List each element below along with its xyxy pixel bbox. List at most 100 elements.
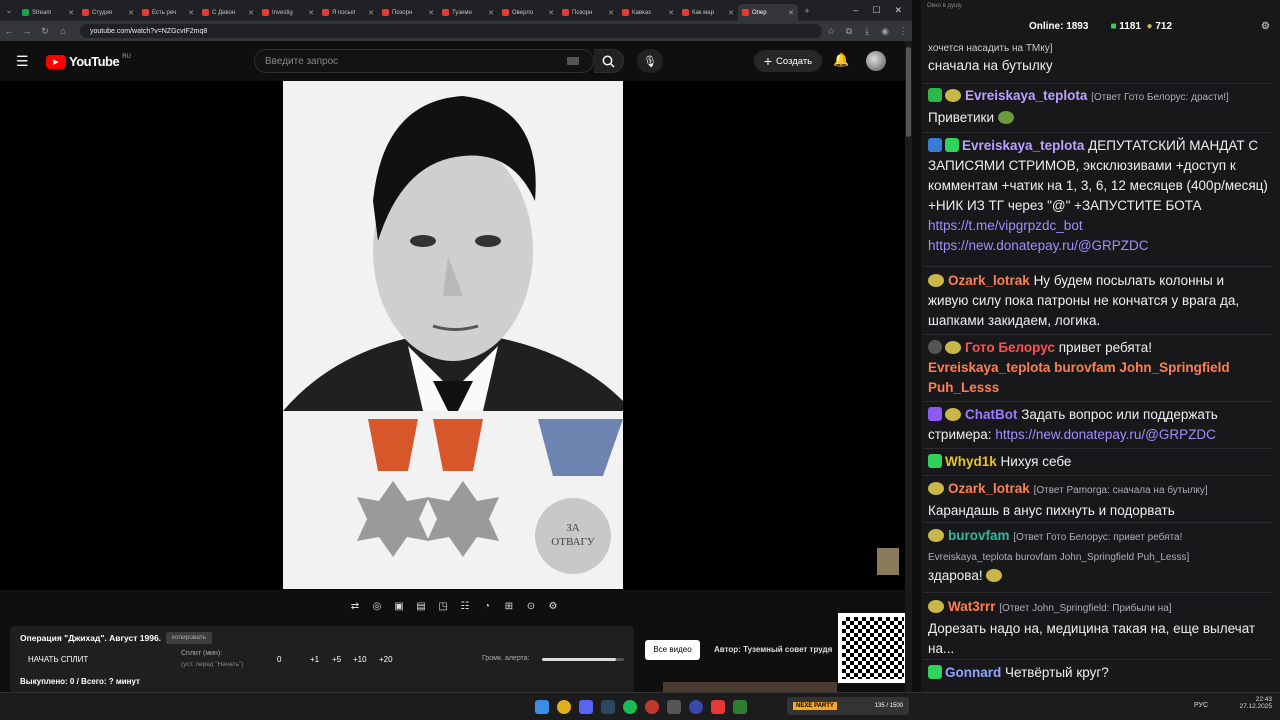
tab-close-icon[interactable]: ✕ (548, 9, 554, 17)
screenshot-icon[interactable]: ⊙ (523, 600, 540, 614)
tab-close-icon[interactable]: ✕ (368, 9, 374, 17)
download-icon[interactable]: ⤓ (858, 26, 876, 37)
volume-fill (542, 658, 616, 661)
browser-tab[interactable]: Позорн ✕ (558, 4, 618, 21)
tab-close-icon[interactable]: ✕ (68, 9, 74, 17)
tab-close-icon[interactable]: ✕ (308, 9, 314, 17)
browser-tab[interactable]: Оверло ✕ (498, 4, 558, 21)
search-button[interactable] (594, 49, 624, 73)
chat-username[interactable]: Whyd1k (945, 454, 997, 469)
tab-search-icon[interactable]: ⌄ (0, 5, 18, 16)
tab-close-icon[interactable]: ✕ (428, 9, 434, 17)
browser-tab[interactable]: Туземн ✕ (438, 4, 498, 21)
search-input[interactable]: Введите запрос (254, 49, 594, 73)
discord-icon[interactable] (579, 700, 593, 714)
tab-close-icon[interactable]: ✕ (728, 9, 734, 17)
chat-username[interactable]: Evreiskaya_teplota (965, 88, 1087, 103)
chrome-icon[interactable] (557, 700, 571, 714)
hamburger-icon[interactable]: ☰ (16, 53, 29, 70)
chat-username[interactable]: Ozark_lotrak (948, 273, 1030, 288)
notifications-bell-icon[interactable]: 🔔 (833, 52, 849, 68)
tab-close-icon[interactable]: ✕ (188, 9, 194, 17)
tab-close-icon[interactable]: ✕ (248, 9, 254, 17)
avatar[interactable] (866, 51, 886, 71)
chat-link[interactable]: https://new.donatepay.ru/@GRPZDC (928, 238, 1149, 253)
menu-icon[interactable]: ⋮ (894, 26, 912, 37)
settings-gear-icon[interactable]: ⚙ (545, 600, 562, 614)
chat-username[interactable]: Гото Белорус (965, 340, 1055, 355)
reload-icon[interactable]: ↻ (36, 26, 54, 37)
voice-search-button[interactable]: 🎙 (637, 49, 663, 73)
profile-icon[interactable]: ◉ (876, 26, 894, 37)
browser-tab[interactable]: С Девон ✕ (198, 4, 258, 21)
tab-close-icon[interactable]: ✕ (608, 9, 614, 17)
browser-tab[interactable]: Stream ✕ (18, 4, 78, 21)
tab-close-icon[interactable]: ✕ (488, 9, 494, 17)
start-icon[interactable] (535, 700, 549, 714)
close-icon[interactable]: ✕ (894, 5, 902, 16)
step-plus10-button[interactable]: +10 (353, 655, 367, 664)
pip-icon[interactable]: ◳ (435, 600, 452, 614)
browser-tab[interactable]: Investig ✕ (258, 4, 318, 21)
youtube-logo[interactable]: ▶ YouTube RU (46, 54, 131, 69)
create-button[interactable]: + Создать (754, 50, 822, 72)
browser-tab[interactable]: Студия ✕ (78, 4, 138, 21)
url-field[interactable]: youtube.com/watch?v=NZGcvtF2mq8 (80, 24, 822, 38)
browser-tab[interactable]: Есть реч ✕ (138, 4, 198, 21)
split-value-input[interactable]: 0 (277, 655, 281, 664)
volume-slider[interactable] (542, 658, 624, 661)
new-tab-button[interactable]: + (798, 6, 816, 16)
tab-close-icon[interactable]: ✕ (668, 9, 674, 17)
steam-icon[interactable] (601, 700, 615, 714)
spotify-icon[interactable] (623, 700, 637, 714)
app-icon[interactable] (667, 700, 681, 714)
minimize-icon[interactable]: – (853, 5, 858, 16)
browser-tab[interactable]: Как мар ✕ (678, 4, 738, 21)
browser-tab[interactable]: Кавказ ✕ (618, 4, 678, 21)
chat-username[interactable]: Ozark_lotrak (948, 481, 1030, 496)
loop-icon[interactable]: ⇄ (347, 600, 364, 614)
chat-settings-icon[interactable]: ⚙ (1261, 21, 1270, 32)
step-plus20-button[interactable]: +20 (379, 655, 393, 664)
speed-icon[interactable]: ◔ (479, 600, 496, 614)
playlist-icon[interactable]: ☷ (457, 600, 474, 614)
browser-tab[interactable]: Я посыл ✕ (318, 4, 378, 21)
obs-icon[interactable] (645, 700, 659, 714)
chat-username[interactable]: ChatBot (965, 407, 1018, 422)
home-icon[interactable]: ⌂ (54, 26, 72, 36)
tab-close-icon[interactable]: ✕ (128, 9, 134, 17)
app-icon[interactable] (733, 700, 747, 714)
back-icon[interactable]: ← (0, 26, 18, 36)
tab-close-icon[interactable]: ✕ (788, 9, 794, 17)
chat-link[interactable]: https://new.donatepay.ru/@GRPZDC (995, 427, 1216, 442)
language-indicator[interactable]: РУС (1194, 702, 1208, 709)
chat-username[interactable]: Evreiskaya_teplota (962, 138, 1084, 153)
bookmark-icon[interactable]: ☆ (822, 26, 840, 37)
start-split-button[interactable]: НАЧАТЬ СПЛИТ (28, 655, 88, 664)
chat-link[interactable]: https://t.me/vipgrpzdc_bot (928, 218, 1083, 233)
forward-icon[interactable]: → (18, 26, 36, 36)
browser-tab[interactable]: Позорн ✕ (378, 4, 438, 21)
add-clip-icon[interactable]: ⊞ (501, 600, 518, 614)
step-plus5-button[interactable]: +5 (332, 655, 341, 664)
browser-tab[interactable]: Опер ✕ (738, 4, 798, 21)
divider (923, 475, 1273, 476)
chat-username[interactable]: Gonnard (945, 665, 1001, 680)
all-video-button[interactable]: Все видео (645, 640, 700, 660)
chat-username[interactable]: Wat3rrr (948, 599, 996, 614)
paid-minutes: Выкуплено: 0 / Всего: ? минут (20, 677, 140, 686)
chat-username[interactable]: burovfam (948, 528, 1010, 543)
keyboard-icon[interactable] (567, 57, 579, 65)
step-plus1-button[interactable]: +1 (310, 655, 319, 664)
screen-record-icon[interactable]: ▣ (391, 600, 408, 614)
extensions-icon[interactable]: ⧉ (840, 26, 858, 37)
media-icon[interactable] (689, 700, 703, 714)
page-scrollbar[interactable] (905, 41, 912, 692)
maximize-icon[interactable]: ☐ (872, 5, 880, 16)
film-icon[interactable]: ▤ (413, 600, 430, 614)
copy-button[interactable]: копировать (166, 632, 212, 644)
clock[interactable]: 22:43 27.12.2025 (1236, 696, 1272, 710)
youtube-app-icon[interactable] (711, 700, 725, 714)
channel-watermark[interactable] (877, 548, 899, 575)
broadcast-icon[interactable]: ◎ (369, 600, 386, 614)
